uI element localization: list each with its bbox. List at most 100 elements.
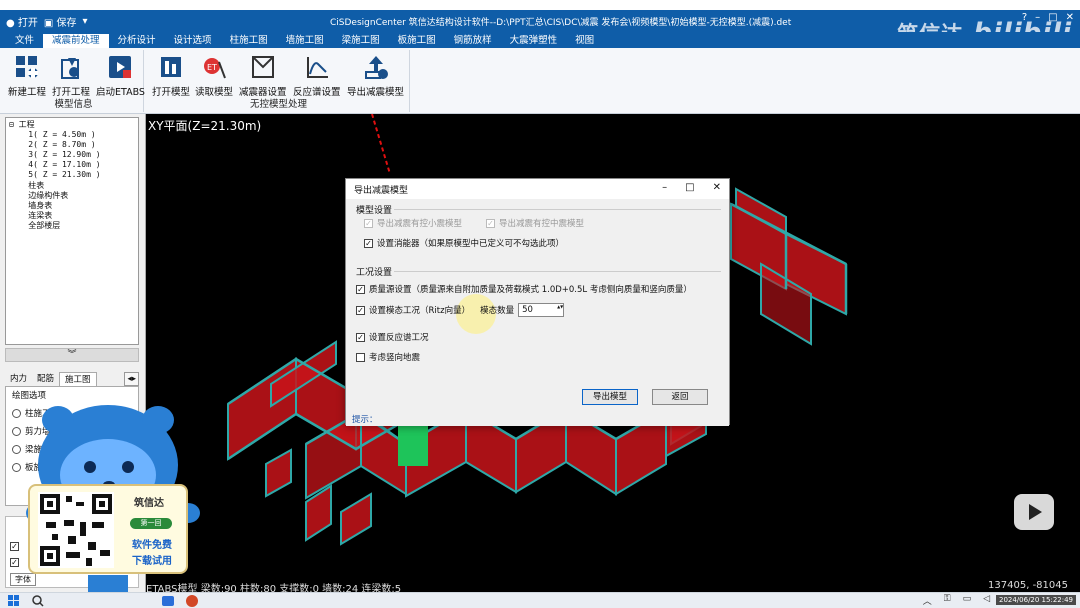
new-project-button[interactable]: 新建工程 <box>8 52 46 98</box>
customize-icon[interactable]: ▾ <box>83 16 88 27</box>
window-title: CiSDesignCenter 筑信达结构设计软件--D:\PPT汇总\CIS\… <box>330 18 792 28</box>
checkbox-icon: ✓ <box>364 238 373 248</box>
checkbox-icon: ✓ <box>356 305 365 315</box>
dialog-title-bar: 导出减震模型 – □ ✕ <box>346 179 729 199</box>
tree-node-column-table[interactable]: 柱表 <box>9 181 135 191</box>
save-quick-button[interactable]: ▣ 保存 <box>44 14 77 29</box>
dialog-body: 模型设置 ✓ 导出减震有控小震模型 ✓ 导出减震有控中震模型 ✓ 设置消能器（如果原模… <box>346 199 729 426</box>
project-tree[interactable]: ⊟ 工程 1( Z = 4.50m ) 2( Z = 8.70m ) 3( Z … <box>5 117 139 345</box>
qr-code-icon <box>38 492 114 568</box>
tab-construction-drawing[interactable]: 施工图 <box>59 372 97 386</box>
group-model-settings: 模型设置 <box>356 206 393 216</box>
open-project-button[interactable]: 打开工程 <box>52 52 90 98</box>
tab-internal-force[interactable]: 内力 <box>5 372 32 386</box>
network-icon[interactable]: ▭ <box>963 594 972 607</box>
ribbon-group-title: 无控模型处理 <box>249 99 307 110</box>
menu-elastoplastic[interactable]: 大震弹塑性 <box>501 34 567 48</box>
checkbox-icon <box>356 352 365 362</box>
qr-card: 筑信达 第一回 软件免费 下载试用 <box>28 484 188 574</box>
quick-access: ● 打开 ▣ 保存 ▾ <box>0 14 88 29</box>
screen: ● 打开 ▣ 保存 ▾ CiSDesignCenter 筑信达结构设计软件--D… <box>0 0 1080 608</box>
powerpoint-icon[interactable] <box>186 595 198 607</box>
read-model-icon: ET <box>200 52 228 82</box>
open-quick-button[interactable]: ● 打开 <box>6 14 38 29</box>
read-model-button[interactable]: ET 读取模型 <box>195 52 233 98</box>
option-mass-source[interactable]: ✓ 质量源设置（质量源来自附加质量及荷载模式 1.0D+0.5L 考虑侧向质量和竖… <box>356 283 692 295</box>
taskbar-clock[interactable]: 2024/06/20 15:22:49 <box>995 595 1076 605</box>
menu-design-options[interactable]: 设计选项 <box>165 34 221 48</box>
promo-line-1: 软件免费 <box>132 540 172 551</box>
menu-column-drawing[interactable]: 柱施工图 <box>221 34 277 48</box>
group-case-settings: 工况设置 <box>356 268 393 278</box>
export-damping-model-button[interactable]: 导出减震模型 <box>347 52 404 98</box>
taskbar: ︿ ⚿ ▭ ◁ 2024/06/20 15:22:49 <box>0 592 1080 608</box>
open-project-icon <box>57 52 85 82</box>
close-icon[interactable]: ✕ <box>713 182 721 193</box>
menu-analysis-design[interactable]: 分析设计 <box>109 34 165 48</box>
menu-file[interactable]: 文件 <box>6 34 43 48</box>
tree-node-project[interactable]: ⊟ 工程 <box>9 120 135 130</box>
tree-node-edge-member-table[interactable]: 边缘构件表 <box>9 191 135 201</box>
option-spectrum-case[interactable]: ✓ 设置反应谱工况 <box>356 331 429 343</box>
mascot-name: 筑信达 <box>134 498 164 509</box>
tree-node-floor-4[interactable]: 4( Z = 17.10m ) <box>9 160 135 170</box>
mascot-chip: 第一回 <box>130 518 172 529</box>
new-project-icon <box>13 52 41 82</box>
export-model-button[interactable]: 导出模型 <box>582 389 638 405</box>
damper-icon <box>249 52 277 82</box>
tree-node-wall-table[interactable]: 墙身表 <box>9 201 135 211</box>
mode-count-stepper[interactable]: 50 <box>518 303 565 317</box>
launch-etabs-button[interactable]: 启动ETABS <box>96 52 145 98</box>
divider <box>394 271 721 272</box>
windows-start-icon[interactable] <box>8 595 20 607</box>
tree-node-floor-1[interactable]: 1( Z = 4.50m ) <box>9 130 135 140</box>
export-icon <box>362 52 390 82</box>
search-icon[interactable] <box>32 595 44 607</box>
maximize-icon[interactable]: □ <box>685 182 694 193</box>
open-model-button[interactable]: 打开模型 <box>152 52 190 98</box>
export-dialog: 导出减震模型 – □ ✕ 模型设置 ✓ 导出减震有控小震模型 ✓ 导出减震有控中震模… <box>345 178 730 426</box>
tab-scroll-arrows[interactable]: ◂▸ <box>124 372 139 386</box>
dialog-title: 导出减震模型 <box>354 185 409 196</box>
panel-tabs: 内力 配筋 施工图 ◂▸ <box>5 372 139 386</box>
option-medium-earthquake[interactable]: ✓ 导出减震有控中震模型 <box>486 217 584 229</box>
menu-slab-drawing[interactable]: 板施工图 <box>389 34 445 48</box>
menu-view[interactable]: 视图 <box>566 34 603 48</box>
tab-reinforcement[interactable]: 配筋 <box>32 372 59 386</box>
chevron-up-icon[interactable]: ︿ <box>923 594 932 607</box>
ribbon-group-model-info: 新建工程 打开工程 启动ETABS 模型信息 <box>4 50 145 112</box>
app-icon[interactable] <box>162 595 174 607</box>
tree-node-floor-2[interactable]: 2( Z = 8.70m ) <box>9 140 135 150</box>
cursor-coords: 137405, -81045 <box>988 580 1068 591</box>
menu-rebar-layout[interactable]: 钢筋放样 <box>445 34 501 48</box>
menu-wall-drawing[interactable]: 墙施工图 <box>277 34 333 48</box>
video-play-icon[interactable] <box>1014 494 1054 530</box>
menu-beam-drawing[interactable]: 梁施工图 <box>333 34 389 48</box>
response-spectrum-button[interactable]: 反应谱设置 <box>293 52 341 98</box>
collapse-bar[interactable]: ︾ <box>5 348 139 362</box>
ribbon-group-title: 模型信息 <box>54 99 93 110</box>
system-tray: ︿ ⚿ ▭ ◁ <box>923 594 990 607</box>
promo-line-2: 下载试用 <box>132 556 172 567</box>
option-modal-case[interactable]: ✓ 设置模态工况（Ritz向量） 模态数量 50 <box>356 303 565 317</box>
menu-bar: 文件 减震前处理 分析设计 设计选项 柱施工图 墙施工图 梁施工图 板施工图 钢… <box>0 32 1080 48</box>
option-set-damper[interactable]: ✓ 设置消能器（如果原模型中已定义可不勾选此项） <box>364 237 564 249</box>
checkbox-icon: ✓ <box>486 218 495 228</box>
tree-node-coupling-beam-table[interactable]: 连梁表 <box>9 211 135 221</box>
key-icon[interactable]: ⚿ <box>944 594 951 607</box>
checkbox-icon: ✓ <box>356 332 365 342</box>
option-small-earthquake[interactable]: ✓ 导出减震有控小震模型 <box>364 217 462 229</box>
menu-damping-preprocess[interactable]: 减震前处理 <box>43 34 109 48</box>
return-button[interactable]: 返回 <box>652 389 708 405</box>
option-vertical-earthquake[interactable]: 考虑竖向地震 <box>356 351 420 363</box>
tree-node-floor-5[interactable]: 5( Z = 21.30m ) <box>9 170 135 180</box>
checkbox-icon: ✓ <box>364 218 373 228</box>
tree-node-floor-3[interactable]: 3( Z = 12.90m ) <box>9 150 135 160</box>
ribbon: 新建工程 打开工程 启动ETABS 模型信息 打开模型 ET 读取模型 减震器设… <box>0 48 1080 114</box>
damper-settings-button[interactable]: 减震器设置 <box>239 52 287 98</box>
spectrum-icon <box>303 52 331 82</box>
volume-icon[interactable]: ◁ <box>983 594 990 607</box>
minimize-icon[interactable]: – <box>662 182 667 193</box>
tree-node-all-floors[interactable]: 全部楼层 <box>9 221 135 231</box>
dialog-hint: 提示： <box>352 415 378 425</box>
